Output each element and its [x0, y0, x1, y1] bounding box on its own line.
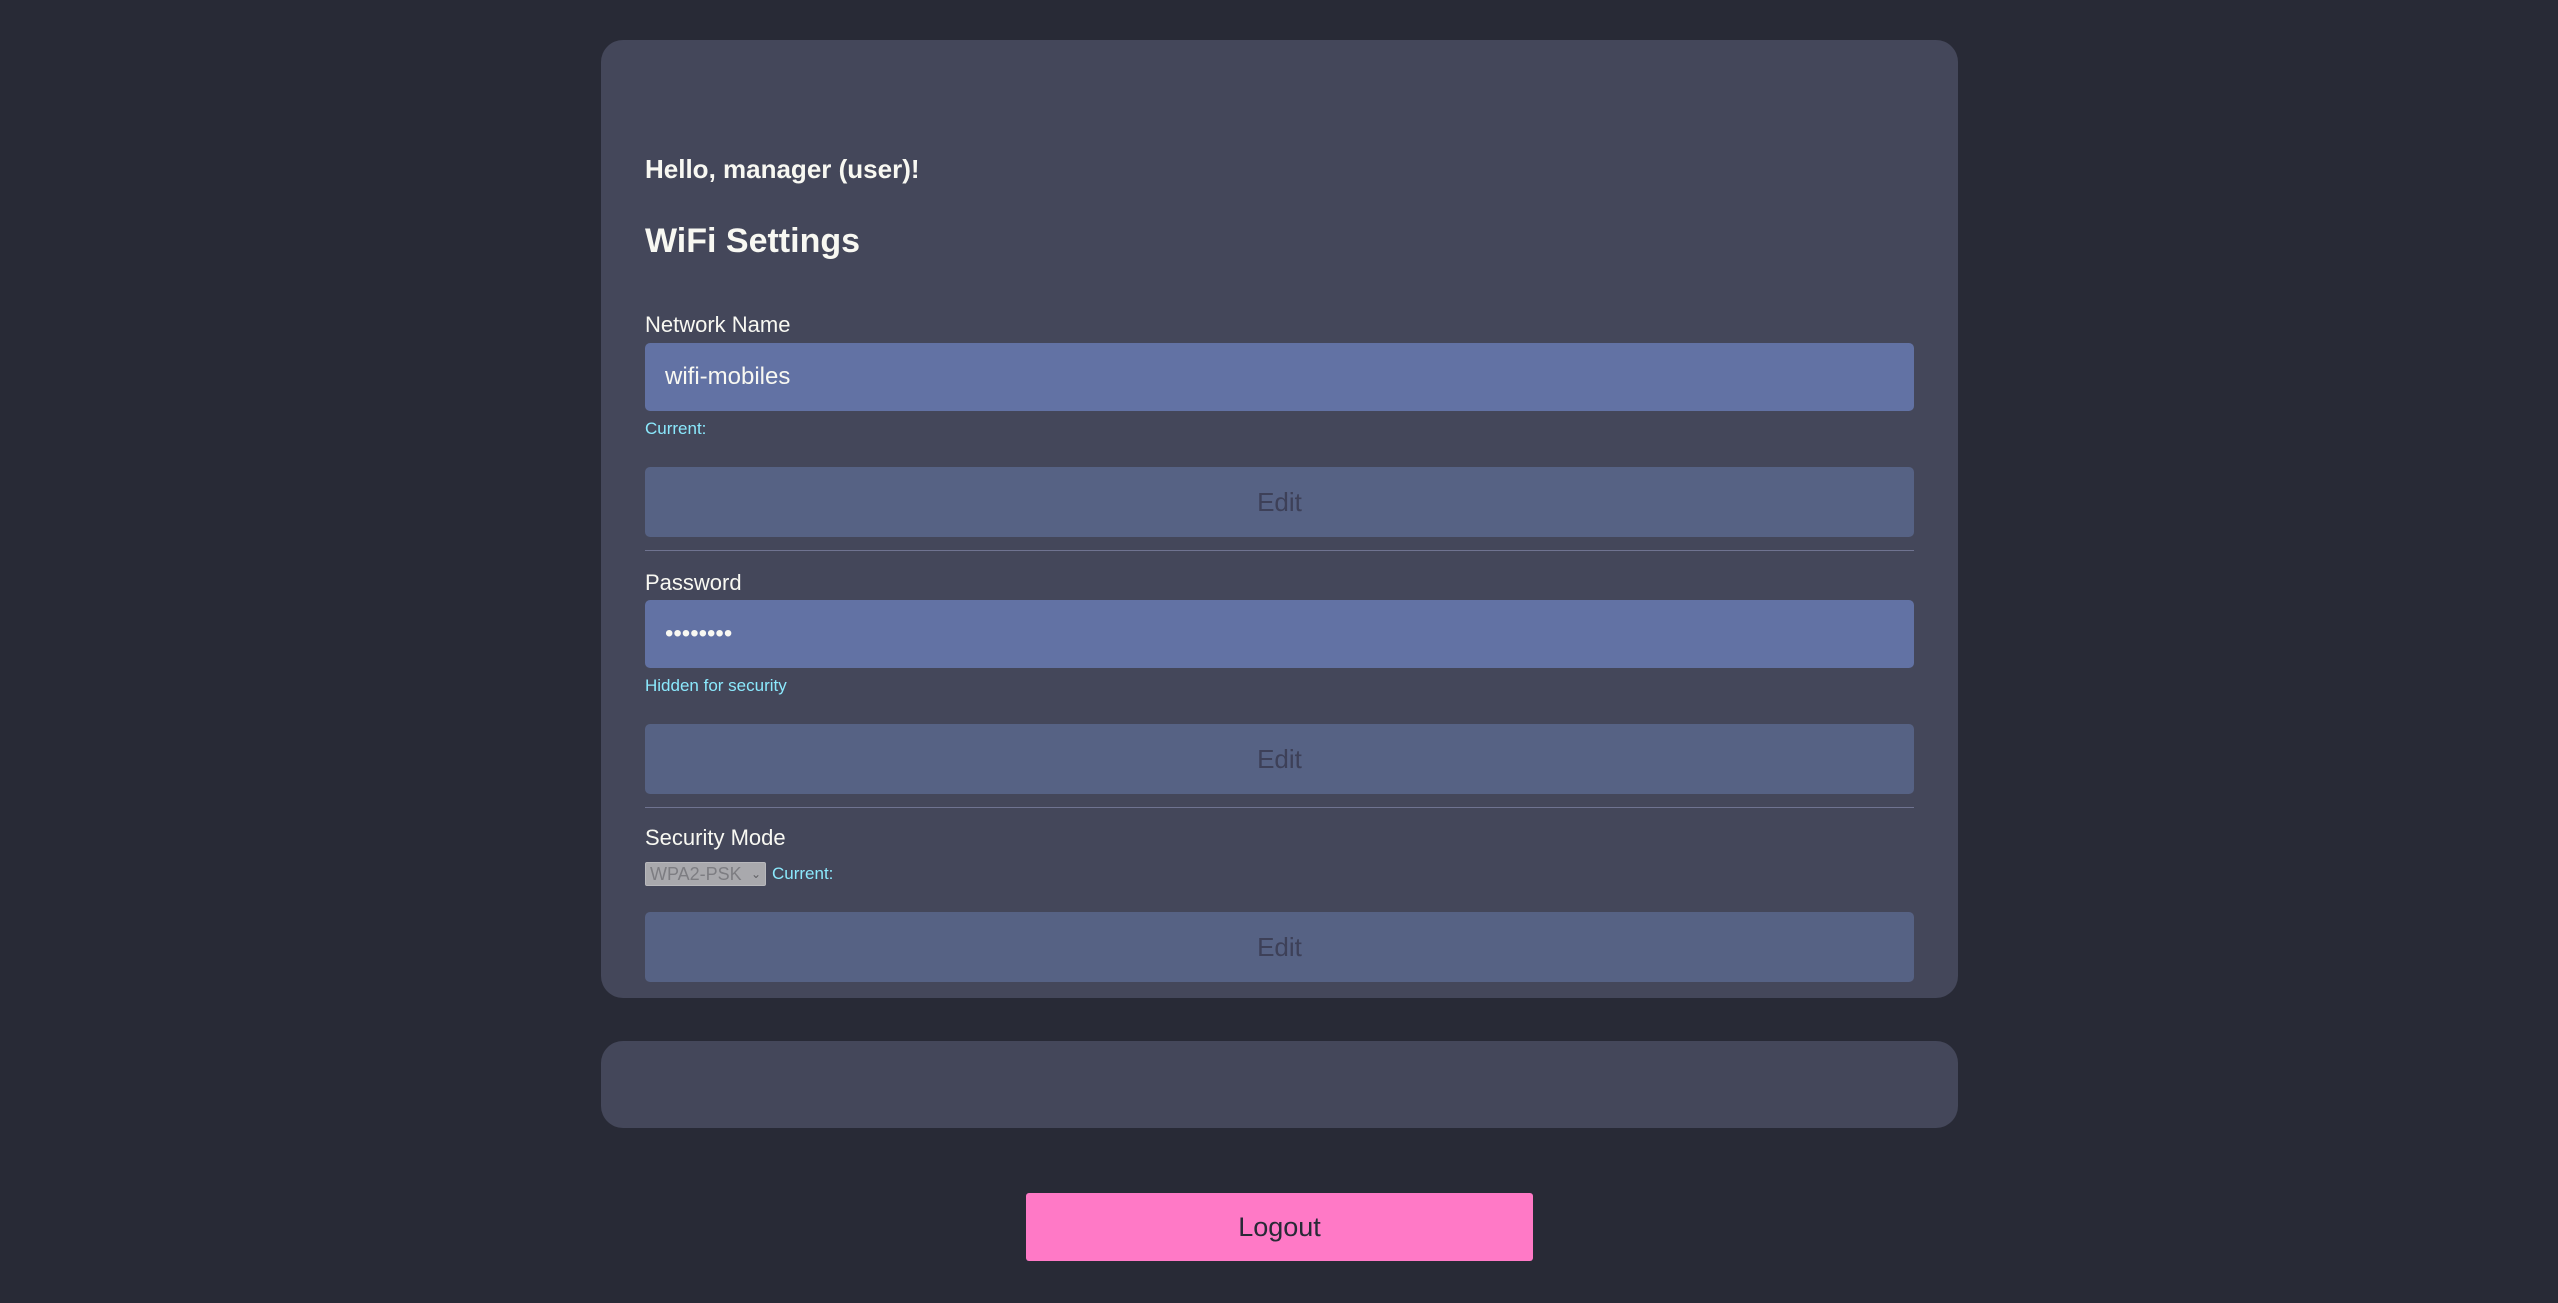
- greeting-text: Hello, manager (user)!: [645, 154, 920, 184]
- security-mode-hint: Current:: [772, 864, 834, 883]
- security-mode-row: WPA2-PSK ⌄ Current:: [645, 862, 833, 886]
- security-mode-edit-button[interactable]: Edit: [645, 912, 1914, 982]
- chevron-down-icon: ⌄: [750, 867, 761, 881]
- security-mode-label: Security Mode: [645, 825, 786, 850]
- password-label: Password: [645, 570, 742, 595]
- password-edit-button[interactable]: Edit: [645, 724, 1914, 794]
- divider: [645, 807, 1914, 808]
- network-name-label: Network Name: [645, 312, 791, 337]
- page-title: WiFi Settings: [645, 222, 861, 260]
- security-mode-select[interactable]: WPA2-PSK ⌄: [645, 862, 766, 886]
- password-hint: Hidden for security: [645, 676, 787, 695]
- divider: [645, 550, 1914, 551]
- network-name-hint: Current:: [645, 419, 707, 438]
- wifi-settings-card: Hello, manager (user)! WiFi Settings Net…: [601, 40, 1958, 998]
- network-name-input[interactable]: [645, 343, 1914, 411]
- security-mode-selected: WPA2-PSK: [650, 863, 742, 884]
- network-name-edit-button[interactable]: Edit: [645, 467, 1914, 537]
- password-input[interactable]: [645, 600, 1914, 668]
- empty-card: [601, 1041, 1958, 1128]
- logout-button[interactable]: Logout: [1026, 1193, 1533, 1261]
